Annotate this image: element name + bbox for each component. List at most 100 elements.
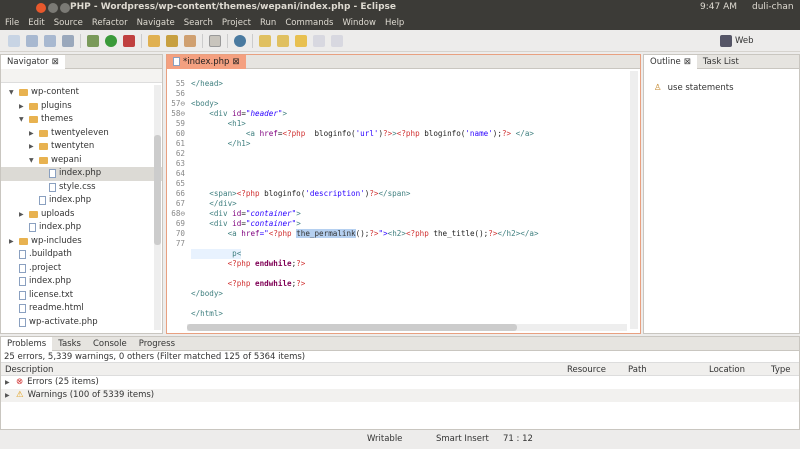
tab-console[interactable]: Console	[87, 337, 133, 351]
external-tools-icon[interactable]	[123, 34, 135, 47]
tree-item[interactable]: license.txt	[1, 289, 162, 303]
last-edit-icon[interactable]	[295, 34, 307, 47]
code-line[interactable]: <span><?php bloginfo('description')?></s…	[191, 189, 410, 199]
expand-arrow-icon[interactable]: ▶	[19, 208, 26, 222]
next-annotation-icon[interactable]	[259, 34, 271, 47]
tree-item[interactable]: style.css	[1, 181, 162, 195]
code-line[interactable]: <?php endwhile;?>	[191, 279, 306, 289]
code-line[interactable]: </body>	[191, 289, 223, 299]
expand-arrow-icon[interactable]: ▼	[19, 113, 26, 127]
tab-index-php[interactable]: *index.php ⊠	[167, 54, 246, 69]
web-browser-icon[interactable]	[234, 34, 246, 47]
tab-problems[interactable]: Problems	[1, 336, 53, 351]
expand-arrow-icon[interactable]: ▼	[9, 86, 16, 100]
expand-arrow-icon[interactable]: ▶	[19, 100, 26, 114]
tree-item[interactable]: ▶ wp-includes	[1, 235, 162, 249]
tab-outline[interactable]: Outline ⊠	[644, 54, 697, 69]
tree-item[interactable]: ▼ themes	[1, 113, 162, 127]
expand-arrow-icon[interactable]: ▶	[5, 389, 12, 402]
tree-item[interactable]: ▼ wp-content	[1, 86, 162, 100]
edit-icon[interactable]	[184, 34, 196, 47]
tree-item[interactable]: index.php	[1, 221, 162, 235]
code-line[interactable]: <div id="container">	[191, 219, 300, 229]
column-header-resource[interactable]: Resource	[567, 365, 606, 375]
close-window-button[interactable]	[36, 3, 46, 13]
problem-group-row[interactable]: ▶ ⚠ Warnings (100 of 5339 items)	[1, 389, 799, 402]
new-icon[interactable]	[8, 34, 20, 47]
tree-item[interactable]: wp-activate.php	[1, 316, 162, 330]
menu-file[interactable]: File	[5, 18, 19, 28]
tree-item[interactable]: .buildpath	[1, 248, 162, 262]
tab-progress[interactable]: Progress	[133, 337, 181, 351]
menu-window[interactable]: Window	[342, 18, 376, 28]
open-project-icon[interactable]	[166, 34, 178, 47]
tab-task-list[interactable]: Task List	[697, 55, 745, 69]
code-line[interactable]: <body>	[191, 99, 218, 109]
tree-item[interactable]: index.php	[1, 194, 162, 208]
expand-arrow-icon[interactable]: ▶	[29, 127, 36, 141]
expand-arrow-icon[interactable]: ▼	[29, 154, 36, 168]
code-line[interactable]: </head>	[191, 79, 223, 89]
editor-hscrollbar[interactable]	[187, 324, 627, 331]
tree-item[interactable]: readme.html	[1, 302, 162, 316]
tree-item[interactable]: ▶ uploads	[1, 208, 162, 222]
mark-occurrences-icon[interactable]	[209, 34, 221, 47]
column-header-path[interactable]: Path	[628, 365, 647, 375]
code-line[interactable]: <h1>	[191, 119, 246, 129]
menu-navigate[interactable]: Navigate	[137, 18, 175, 28]
clock[interactable]: 9:47 AM	[700, 2, 737, 12]
tree-item[interactable]: ▼ wepani	[1, 154, 162, 168]
code-line[interactable]: <?php endwhile;?>	[191, 259, 306, 269]
open-folder-icon[interactable]	[148, 34, 160, 47]
back-icon[interactable]	[313, 34, 325, 47]
tree-item[interactable]: ▶ twentyten	[1, 140, 162, 154]
menu-help[interactable]: Help	[385, 18, 404, 28]
minimize-window-button[interactable]	[48, 3, 58, 13]
prev-annotation-icon[interactable]	[277, 34, 289, 47]
forward-icon[interactable]	[331, 34, 343, 47]
column-header-location[interactable]: Location	[709, 365, 745, 375]
menu-edit[interactable]: Edit	[28, 18, 44, 28]
save-all-icon[interactable]	[44, 34, 56, 47]
save-icon[interactable]	[26, 34, 38, 47]
menu-project[interactable]: Project	[222, 18, 251, 28]
outline-item[interactable]: ♙ use statements	[644, 83, 799, 93]
tree-item[interactable]: index.php	[1, 167, 162, 181]
maximize-window-button[interactable]	[60, 3, 70, 13]
close-icon[interactable]: ⊠	[684, 55, 691, 69]
code-editor[interactable]: 55 </head> 56 57⊖ <body> 58⊖ <div id="header"…	[167, 73, 627, 331]
code-line[interactable]: </div>	[191, 199, 236, 209]
expand-arrow-icon[interactable]: ▶	[5, 376, 12, 389]
web-perspective-button[interactable]: Web	[720, 35, 754, 47]
code-line[interactable]: <a href=<?php bloginfo('url')?>><?php bl…	[191, 129, 534, 139]
menu-run[interactable]: Run	[260, 18, 276, 28]
print-icon[interactable]	[62, 34, 74, 47]
close-icon[interactable]: ⊠	[232, 55, 239, 69]
debug-icon[interactable]	[87, 34, 99, 47]
code-line[interactable]: <div id="header">	[191, 109, 287, 119]
run-icon[interactable]	[105, 34, 117, 47]
code-line[interactable]: <div id="container">	[191, 209, 300, 219]
tab-tasks[interactable]: Tasks	[52, 337, 87, 351]
navigator-scrollbar[interactable]	[154, 85, 161, 330]
code-line[interactable]: </h1>	[191, 139, 251, 149]
tree-item[interactable]: .project	[1, 262, 162, 276]
tab-navigator[interactable]: Navigator ⊠	[1, 54, 65, 69]
menu-source[interactable]: Source	[54, 18, 83, 28]
code-line[interactable]: <a href="<?php the_permalink();?>"><h2><…	[191, 229, 539, 239]
column-header-description[interactable]: Description	[5, 365, 53, 375]
expand-arrow-icon[interactable]: ▶	[29, 140, 36, 154]
editor-vscrollbar[interactable]	[630, 71, 638, 329]
column-header-type[interactable]: Type	[771, 365, 791, 375]
user-name[interactable]: duli-chan	[752, 2, 794, 12]
code-line[interactable]: </html>	[191, 309, 223, 319]
code-line[interactable]: p<	[191, 249, 242, 259]
expand-arrow-icon[interactable]: ▶	[9, 235, 16, 249]
menu-search[interactable]: Search	[184, 18, 213, 28]
close-icon[interactable]: ⊠	[52, 55, 59, 69]
tree-item[interactable]: index.php	[1, 275, 162, 289]
menu-refactor[interactable]: Refactor	[92, 18, 128, 28]
tree-item[interactable]: ▶ plugins	[1, 100, 162, 114]
menu-commands[interactable]: Commands	[285, 18, 333, 28]
problem-group-row[interactable]: ▶ ⊗ Errors (25 items)	[1, 376, 799, 389]
